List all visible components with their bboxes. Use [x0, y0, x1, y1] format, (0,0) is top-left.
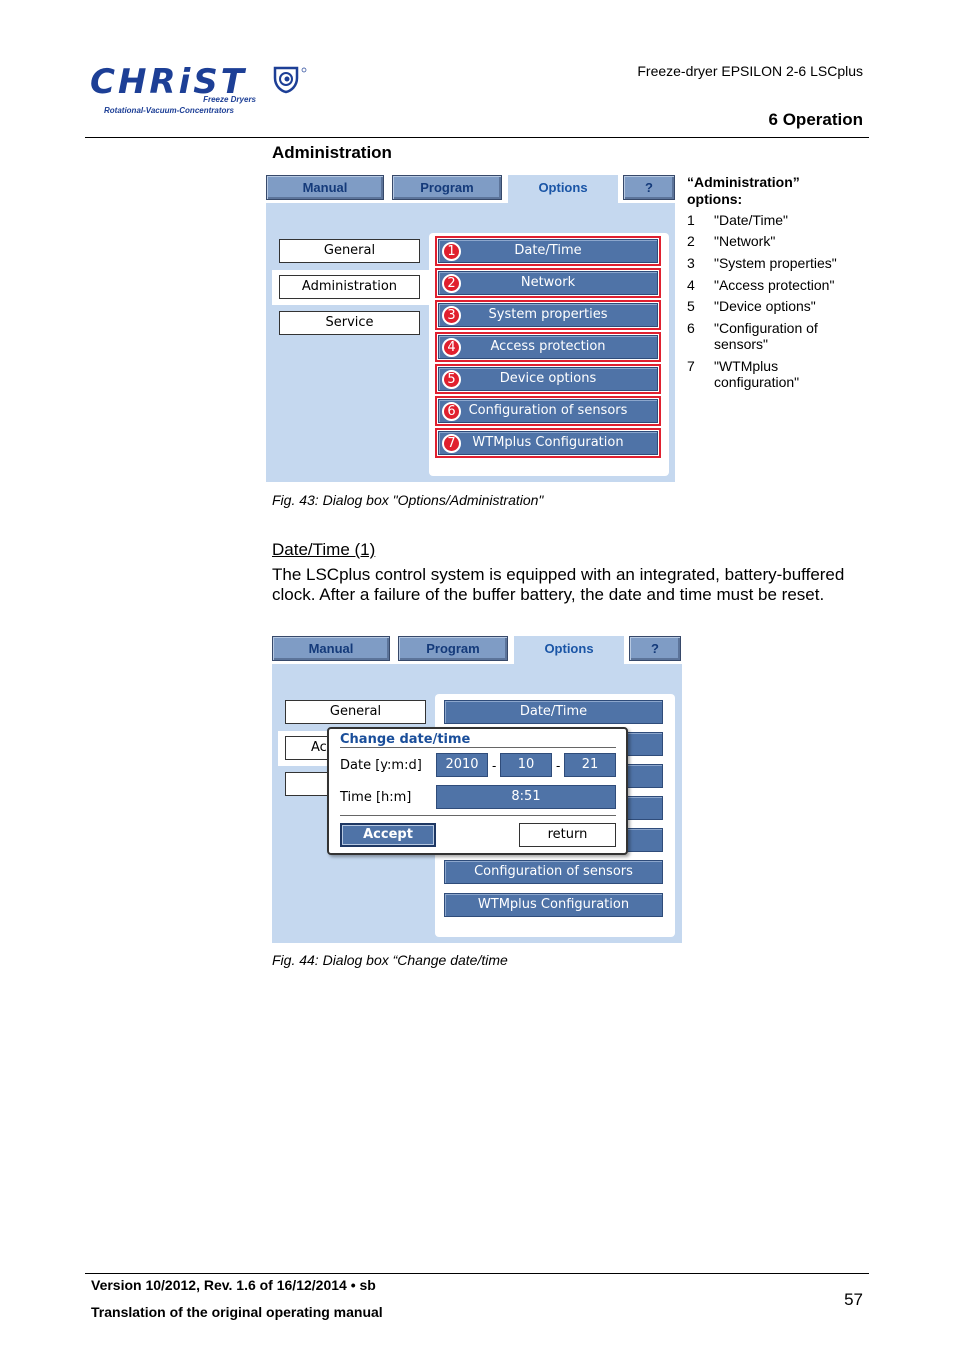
dialog-divider: [340, 815, 616, 816]
list-item-text: "Access protection": [714, 277, 835, 293]
day-field[interactable]: 21: [564, 753, 616, 777]
date-label: Date [y:m:d]: [340, 758, 422, 773]
list-item-number: 1: [687, 212, 695, 228]
fig43-caption: Fig. 43: Dialog box "Options/Administrat…: [272, 492, 544, 508]
date-separator: -: [556, 758, 561, 773]
dialog-title: Change date/time: [340, 732, 471, 747]
list-item-text: "Device options": [714, 298, 816, 314]
callout-number-badge: 4: [442, 338, 461, 357]
tab-help[interactable]: ?: [623, 175, 675, 200]
header-product-name: Freeze-dryer EPSILON 2-6 LSCplus: [637, 63, 863, 79]
tab-manual[interactable]: Manual: [266, 175, 384, 200]
option-configuration-sensors-button[interactable]: Configuration of sensors: [444, 860, 663, 884]
highlight-frame: [435, 364, 661, 394]
highlight-frame: [435, 332, 661, 362]
list-item-number: 3: [687, 255, 695, 271]
callout-number-badge: 2: [442, 274, 461, 293]
dialog-divider: [340, 747, 616, 748]
date-separator: -: [492, 758, 497, 773]
logo-tagline-concentrators: Rotational-Vacuum-Concentrators: [104, 106, 234, 115]
fig43-options-admin-screen: Manual Program Options ? General Adminis…: [266, 175, 675, 482]
tab-program[interactable]: Program: [392, 175, 502, 200]
fig44-caption: Fig. 44: Dialog box “Change date/time: [272, 952, 508, 968]
highlight-frame: [435, 396, 661, 426]
date-time-subheading: Date/Time (1): [272, 540, 376, 559]
list-item-number: 5: [687, 298, 695, 314]
time-field[interactable]: 8:51: [436, 785, 616, 809]
header-rule: [85, 137, 869, 138]
page-number: 57: [844, 1290, 863, 1309]
logo-emblem-icon: [273, 66, 307, 94]
footer-version: Version 10/2012, Rev. 1.6 of 16/12/2014 …: [91, 1277, 376, 1293]
footer-translation-note: Translation of the original operating ma…: [91, 1304, 383, 1320]
tab-options[interactable]: Options: [508, 175, 618, 203]
list-item-text: "Network": [714, 233, 776, 249]
administration-heading: Administration: [272, 143, 392, 162]
change-date-time-dialog: Change date/time Date [y:m:d] 2010 - 10 …: [327, 727, 628, 855]
year-field[interactable]: 2010: [436, 753, 488, 777]
tab-help[interactable]: ?: [629, 636, 681, 661]
tab-bar: Manual Program Options ?: [272, 636, 682, 664]
option-wtmplus-configuration-button[interactable]: WTMplus Configuration: [444, 893, 663, 917]
callout-number-badge: 5: [442, 370, 461, 389]
highlight-frame: [435, 428, 661, 458]
tab-options[interactable]: Options: [514, 636, 624, 664]
list-item-text: "WTMplus configuration": [714, 358, 800, 390]
side-button-general[interactable]: General: [285, 700, 426, 724]
time-label: Time [h:m]: [340, 790, 412, 805]
callout-number-badge: 7: [442, 434, 461, 453]
accept-button[interactable]: Accept: [340, 823, 436, 847]
callout-number-badge: 3: [442, 306, 461, 325]
list-item-number: 4: [687, 277, 695, 293]
list-item-number: 7: [687, 358, 695, 374]
list-item-number: 2: [687, 233, 695, 249]
month-field[interactable]: 10: [500, 753, 552, 777]
list-item-text: "Date/Time": [714, 212, 788, 228]
return-button[interactable]: return: [519, 823, 616, 847]
option-date-time-button[interactable]: Date/Time: [444, 700, 663, 724]
highlight-frame: [435, 300, 661, 330]
highlight-frame: [435, 236, 661, 266]
footer-rule: [85, 1273, 869, 1274]
list-item-text: "System properties": [714, 255, 837, 271]
list-item-number: 6: [687, 320, 695, 336]
tab-program[interactable]: Program: [398, 636, 508, 661]
side-button-service[interactable]: Service: [279, 311, 420, 335]
side-button-general[interactable]: General: [279, 239, 420, 263]
logo-tagline-freeze-dryers: Freeze Dryers: [203, 95, 256, 104]
date-time-paragraph: The LSCplus control system is equipped w…: [272, 565, 845, 604]
callout-number-badge: 1: [442, 242, 461, 261]
list-item-text: "Configuration of sensors": [714, 320, 818, 352]
tab-bar: Manual Program Options ?: [266, 175, 675, 203]
callout-number-badge: 6: [442, 402, 461, 421]
tab-manual[interactable]: Manual: [272, 636, 390, 661]
highlight-frame: [435, 268, 661, 298]
header-section-title: 6 Operation: [768, 110, 863, 129]
fig44-change-date-time-screen: Manual Program Options ? General Ac Date…: [272, 636, 682, 943]
side-button-administration[interactable]: Administration: [279, 275, 420, 299]
options-list-title: “Administration” options:: [687, 174, 800, 207]
